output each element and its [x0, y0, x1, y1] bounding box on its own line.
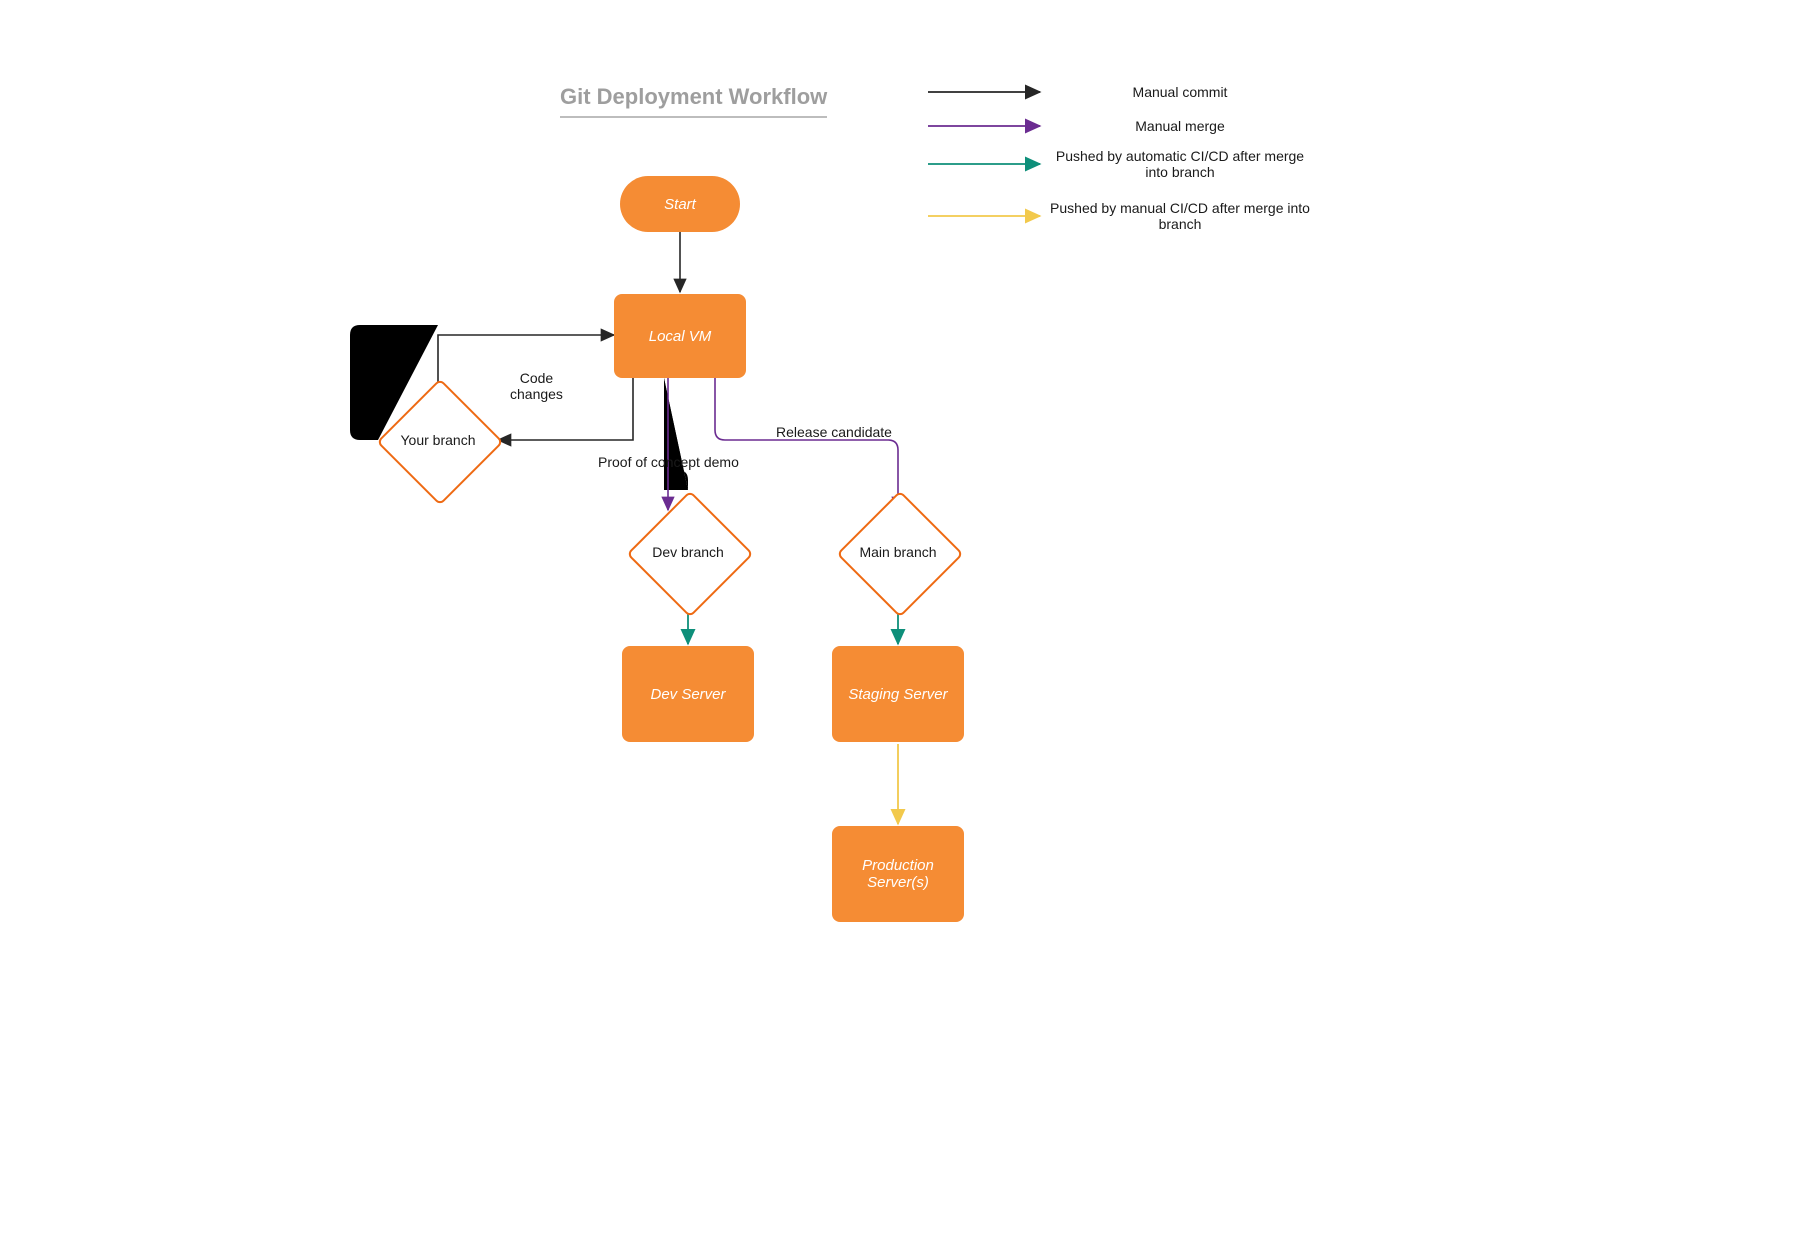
node-your-branch: Your branch	[378, 380, 498, 500]
diagram-title: Git Deployment Workflow	[560, 84, 827, 118]
legend-manual-merge: Manual merge	[1050, 118, 1310, 134]
main-branch-label: Main branch	[838, 492, 958, 612]
node-main-branch: Main branch	[838, 492, 958, 612]
node-production-server: Production Server(s)	[832, 826, 964, 922]
your-branch-label: Your branch	[378, 380, 498, 500]
legend-auto-cicd: Pushed by automatic CI/CD after merge in…	[1050, 148, 1310, 180]
edges-layer	[0, 0, 1800, 1260]
node-dev-server: Dev Server	[622, 646, 754, 742]
dev-branch-label: Dev branch	[628, 492, 748, 612]
loop-edge	[0, 0, 1800, 1260]
node-dev-branch: Dev branch	[628, 492, 748, 612]
label-release-candidate: Release candidate	[776, 424, 892, 440]
legend-manual-cicd: Pushed by manual CI/CD after merge into …	[1050, 200, 1310, 232]
legend-manual-commit: Manual commit	[1050, 84, 1310, 100]
node-staging-server: Staging Server	[832, 646, 964, 742]
node-start: Start	[620, 176, 740, 232]
label-code-changes: Code changes	[510, 370, 563, 402]
node-local-vm: Local VM	[614, 294, 746, 378]
label-proof-of-concept: Proof of concept demo	[598, 454, 739, 470]
